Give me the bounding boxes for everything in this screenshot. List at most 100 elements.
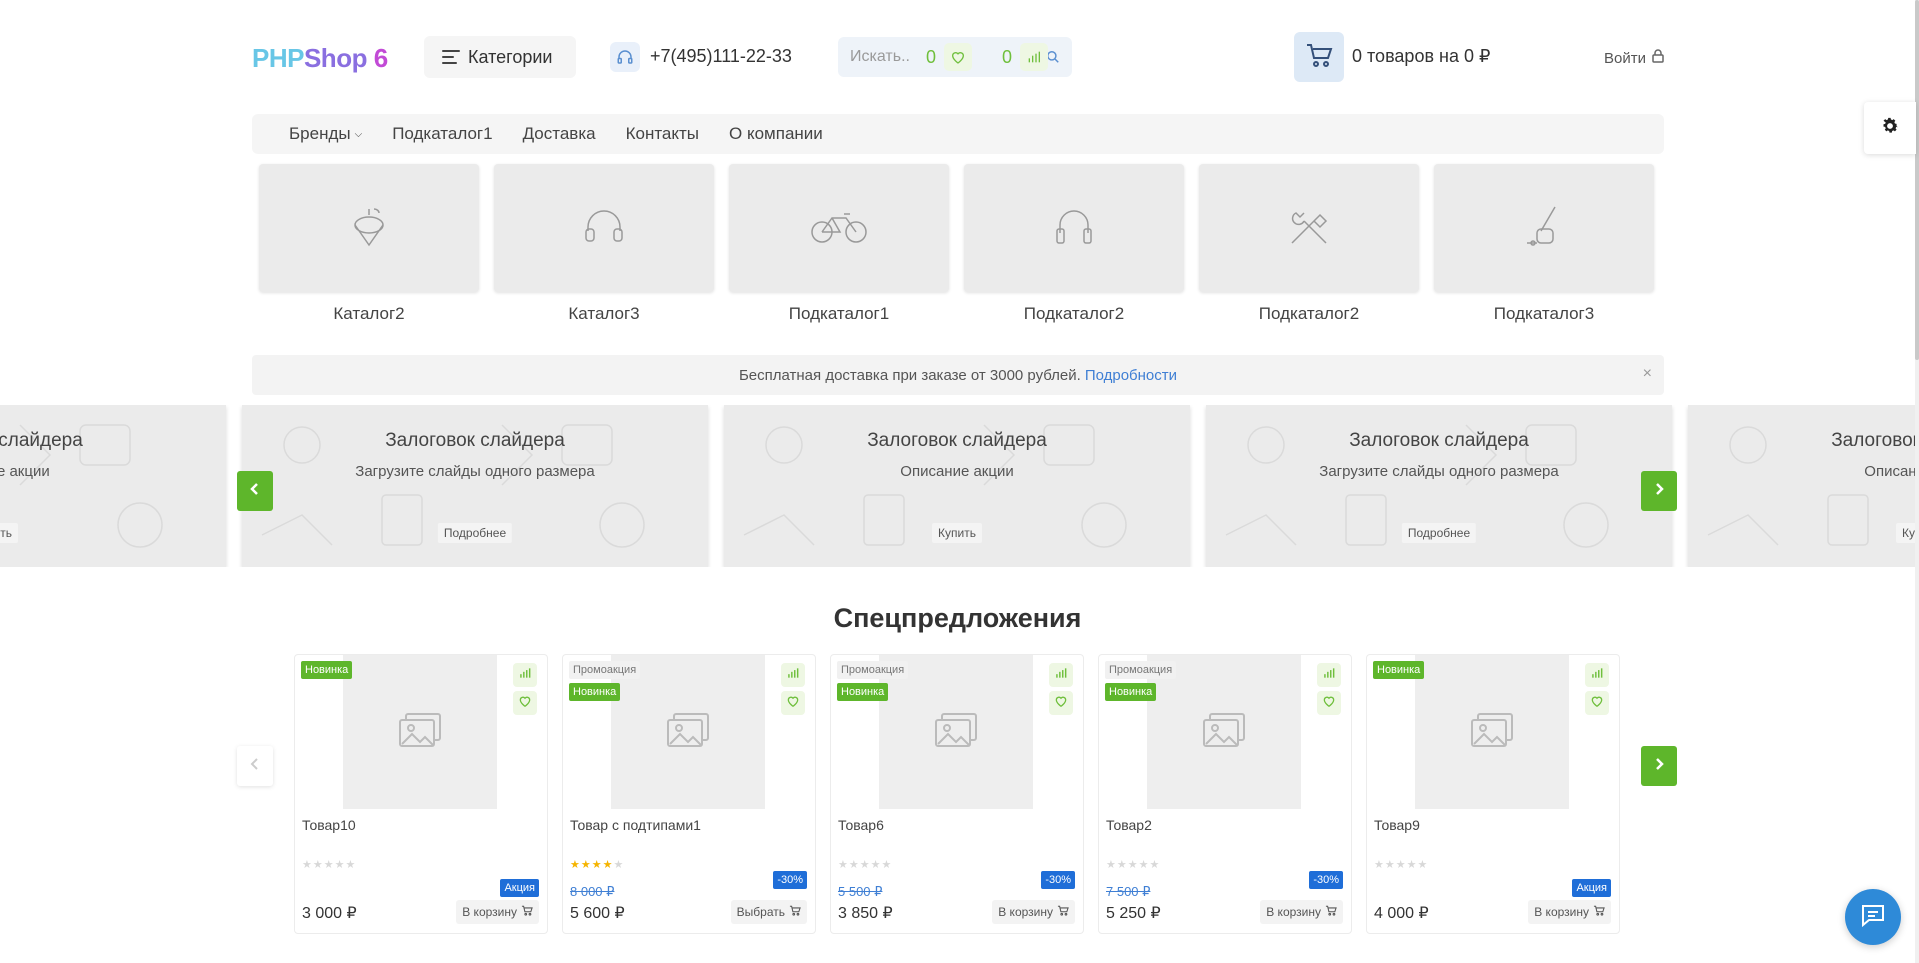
slide[interactable]: Залоговок слайдера Описание акции Купить xyxy=(0,405,226,567)
slide-button[interactable]: Купить xyxy=(1896,523,1915,543)
wishlist-button[interactable] xyxy=(1585,691,1609,715)
new-badge: Новинка xyxy=(837,683,889,701)
category-tile[interactable]: Подкаталог1 xyxy=(729,164,949,324)
category-tile[interactable]: Подкаталог3 xyxy=(1434,164,1654,324)
cart-button-label: В корзину xyxy=(1266,905,1321,919)
new-badge: Новинка xyxy=(301,661,353,679)
slide[interactable]: Залоговок слайдера Загрузите слайды одно… xyxy=(242,405,708,567)
login-link[interactable]: Войти xyxy=(1604,49,1664,67)
wishlist-button[interactable] xyxy=(1317,691,1341,715)
rating-star-icon: ★ xyxy=(870,859,882,871)
slider-prev-button[interactable] xyxy=(237,471,273,511)
compare-button[interactable] xyxy=(1317,663,1341,687)
add-to-cart-button[interactable]: В корзину xyxy=(1528,900,1611,924)
product-image[interactable] xyxy=(343,655,497,809)
heart-icon xyxy=(786,694,800,713)
compare-button[interactable] xyxy=(1585,663,1609,687)
compare-counter[interactable]: 0 xyxy=(1002,40,1049,74)
category-tile[interactable]: Каталог2 xyxy=(259,164,479,324)
add-to-cart-button[interactable]: В корзину xyxy=(456,900,539,924)
settings-button[interactable] xyxy=(1864,102,1916,154)
nav-item-brands[interactable]: Бренды ⌵ xyxy=(289,124,362,144)
rating-star-icon: ★ xyxy=(848,859,860,871)
slide[interactable]: Залоговок слайдера Описание акции Купить xyxy=(724,405,1190,567)
wishlist-button[interactable] xyxy=(1049,691,1073,715)
menu-icon xyxy=(442,50,460,64)
product-card[interactable]: Новинка Товар10 ★★★★★ 3 000 ₽ Акция В ко… xyxy=(294,654,548,934)
rating-star-icon: ★ xyxy=(1406,859,1418,871)
slide-description: Загрузите слайды одного размера xyxy=(1319,463,1559,480)
category-image xyxy=(259,164,479,292)
category-label: Каталог3 xyxy=(568,304,640,323)
cart-button-label: Выбрать xyxy=(736,905,785,919)
slide-title: Залоговок слайдера xyxy=(1349,430,1529,451)
slider-next-button[interactable] xyxy=(1641,471,1677,511)
compare-button[interactable] xyxy=(513,663,537,687)
add-to-cart-button[interactable]: В корзину xyxy=(992,900,1075,924)
wishlist-button[interactable] xyxy=(513,691,537,715)
cart-summary[interactable]: 0 товаров на 0 ₽ xyxy=(1352,46,1490,67)
category-label: Подкаталог1 xyxy=(788,304,890,323)
cart-button[interactable] xyxy=(1294,32,1344,82)
scrollbar-thumb[interactable] xyxy=(1915,0,1919,360)
logo-part-shop: Shop xyxy=(303,43,368,73)
slide-button[interactable]: Купить xyxy=(0,523,18,543)
wishlist-counter[interactable]: 0 xyxy=(926,40,973,74)
category-label: Каталог2 xyxy=(333,304,405,323)
add-to-cart-button[interactable]: Выбрать xyxy=(730,900,807,924)
product-name[interactable]: Товар6 xyxy=(838,817,884,833)
product-card[interactable]: Промоакция Новинка Товар2 ★★★★★ 7 500 ₽ 5… xyxy=(1098,654,1352,934)
compare-button[interactable] xyxy=(1049,663,1073,687)
nav-item-about[interactable]: О компании xyxy=(729,124,823,144)
old-price: 7 500 ₽ xyxy=(1106,884,1151,899)
lock-icon xyxy=(1652,49,1664,67)
slide-title: Залоговок слайдера xyxy=(385,430,565,451)
wishlist-button[interactable] xyxy=(781,691,805,715)
slide-button[interactable]: Подробнее xyxy=(437,523,513,543)
heart-icon xyxy=(1590,694,1604,713)
slide[interactable]: Залоговок слайдера Описание акции Купить xyxy=(1688,405,1915,567)
image-placeholder-icon xyxy=(398,712,442,753)
logo[interactable]: PHPShop 6 xyxy=(252,43,388,74)
nav-item-subcatalog1[interactable]: Подкаталог1 xyxy=(392,124,492,144)
product-name[interactable]: Товар2 xyxy=(1106,817,1152,833)
categories-button[interactable]: Категории xyxy=(424,36,576,78)
product-name[interactable]: Товар с подтипами1 xyxy=(570,817,701,833)
compare-button[interactable] xyxy=(781,663,805,687)
price-badge: -30% xyxy=(1041,871,1075,889)
category-tile[interactable]: Подкаталог2 xyxy=(964,164,1184,324)
product-card[interactable]: Промоакция Новинка Товар с подтипами1 ★★★… xyxy=(562,654,816,934)
category-tile[interactable]: Подкаталог2 xyxy=(1199,164,1419,324)
phone-number[interactable]: +7(495)111-22-33 xyxy=(650,46,792,67)
close-icon[interactable]: × xyxy=(1643,365,1652,383)
nav-item-label: Подкаталог1 xyxy=(392,124,493,143)
product-name[interactable]: Товар10 xyxy=(302,817,356,833)
rating-star-icon: ★ xyxy=(1116,859,1128,871)
slide-button[interactable]: Купить xyxy=(932,523,982,543)
category-image xyxy=(1434,164,1654,292)
slide-description: Описание акции xyxy=(1864,463,1915,480)
slide-description: Описание акции xyxy=(900,463,1014,480)
free-delivery-notice: Бесплатная доставка при заказе от 3000 р… xyxy=(252,355,1664,395)
product-card[interactable]: Новинка Товар9 ★★★★★ 4 000 ₽ Акция В кор… xyxy=(1366,654,1620,934)
search-icon[interactable] xyxy=(1046,50,1060,69)
products-next-button[interactable] xyxy=(1641,746,1677,786)
notice-details-link[interactable]: Подробности xyxy=(1085,367,1177,384)
category-tile[interactable]: Каталог3 xyxy=(494,164,714,324)
product-card[interactable]: Промоакция Новинка Товар6 ★★★★★ 5 500 ₽ 3… xyxy=(830,654,1084,934)
headset-icon[interactable] xyxy=(610,42,640,72)
nav-item-delivery[interactable]: Доставка xyxy=(523,124,596,144)
product-image[interactable] xyxy=(1415,655,1569,809)
chat-button[interactable] xyxy=(1845,889,1901,945)
products-prev-button[interactable] xyxy=(237,746,273,786)
rating-star-icon: ★ xyxy=(570,859,581,871)
slide-button[interactable]: Подробнее xyxy=(1401,523,1477,543)
product-name[interactable]: Товар9 xyxy=(1374,817,1420,833)
compare-chart-icon xyxy=(1590,666,1604,685)
nav-item-contacts[interactable]: Контакты xyxy=(626,124,699,144)
category-tiles: Каталог2 Каталог3 Подкаталог1 Подкаталог… xyxy=(259,164,1659,324)
slide[interactable]: Залоговок слайдера Загрузите слайды одно… xyxy=(1206,405,1672,567)
product-badges: Промоакция Новинка xyxy=(569,661,641,701)
product-price: 3 850 ₽ xyxy=(838,905,893,922)
add-to-cart-button[interactable]: В корзину xyxy=(1260,900,1343,924)
